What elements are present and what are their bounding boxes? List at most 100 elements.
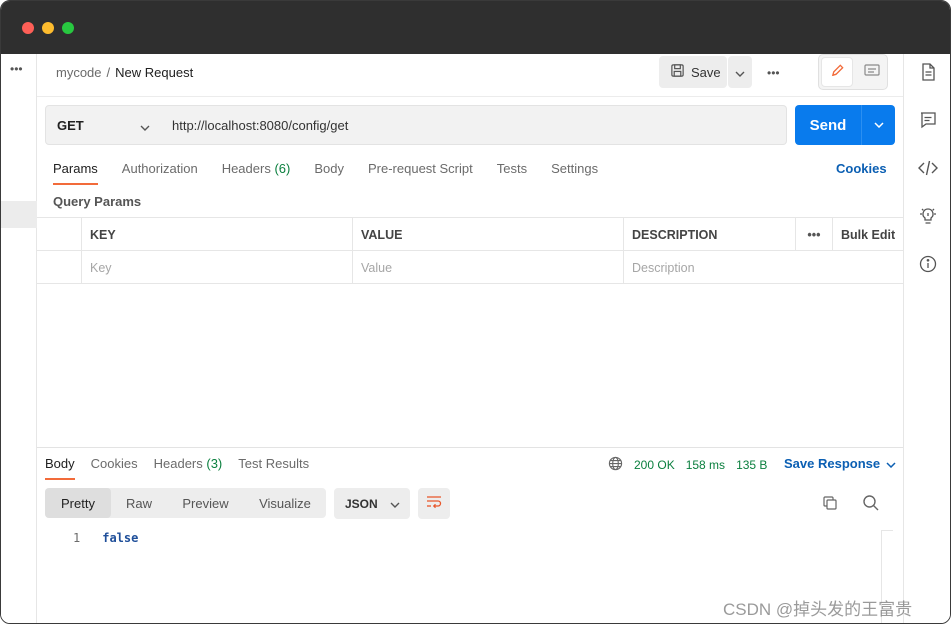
save-label: Save (691, 64, 721, 80)
visualize-button[interactable]: Visualize (244, 488, 326, 518)
response-body-code[interactable]: 1 false (73, 531, 138, 545)
view-mode-toggle (818, 54, 888, 90)
query-params-title: Query Params (53, 194, 142, 209)
response-value: false (102, 531, 139, 545)
wrap-lines-button[interactable] (418, 488, 450, 519)
lightbulb-icon[interactable] (918, 206, 938, 226)
tab-label: Tests (496, 161, 528, 176)
search-icon[interactable] (862, 494, 880, 515)
minimize-window-button[interactable] (42, 22, 54, 34)
value-input[interactable]: Value (352, 251, 623, 284)
edit-mode-button[interactable] (821, 57, 853, 87)
pencil-icon (830, 63, 845, 81)
view-mode-segmented: Pretty Raw Preview Visualize (45, 488, 326, 518)
comments-icon[interactable] (918, 110, 938, 130)
pretty-button[interactable]: Pretty (45, 488, 111, 518)
tab-label: Headers (153, 456, 203, 471)
method-select[interactable]: GET (45, 105, 161, 145)
format-select[interactable]: JSON (334, 488, 410, 519)
save-response-label: Save Response (784, 456, 881, 471)
send-button-group: Send (795, 105, 895, 145)
more-options-icon[interactable]: ••• (10, 62, 23, 76)
maximize-window-button[interactable] (62, 22, 74, 34)
globe-icon[interactable] (608, 456, 623, 474)
request-tabs: Params Authorization Headers (6) Body Pr… (53, 161, 598, 185)
description-input[interactable]: Description (623, 251, 795, 284)
headers-count: (6) (274, 161, 291, 176)
url-value: http://localhost:8080/config/get (172, 117, 349, 133)
documentation-mode-button[interactable] (857, 57, 887, 87)
tab-response-cookies[interactable]: Cookies (91, 456, 138, 471)
response-headers-count: (3) (206, 456, 223, 471)
send-options-button[interactable] (862, 122, 895, 128)
tab-pre-request-script[interactable]: Pre-request Script (368, 161, 473, 185)
more-actions-icon[interactable]: ••• (767, 66, 780, 80)
response-tabs: Body Cookies Headers (3) Test Results (45, 456, 309, 480)
checkbox-column-header (37, 218, 81, 251)
url-input[interactable]: http://localhost:8080/config/get (160, 105, 787, 145)
sidebar-selected-item[interactable] (1, 201, 37, 228)
raw-button[interactable]: Raw (111, 488, 167, 518)
cookies-link[interactable]: Cookies (836, 161, 887, 176)
chevron-down-icon (390, 497, 400, 511)
breadcrumb: mycode / New Request (56, 65, 193, 80)
title-bar (1, 1, 950, 54)
tab-label: Headers (221, 161, 271, 176)
bulk-edit-button[interactable]: Bulk Edit (832, 218, 903, 251)
tab-body[interactable]: Body (314, 161, 344, 185)
save-response-button[interactable]: Save Response (784, 456, 896, 471)
row-checkbox-cell (37, 251, 81, 284)
info-icon[interactable] (918, 254, 938, 274)
value-column-header: VALUE (352, 218, 623, 251)
key-column-header: KEY (81, 218, 352, 251)
tab-settings[interactable]: Settings (551, 161, 598, 185)
code-icon[interactable] (918, 158, 938, 178)
tab-params[interactable]: Params (53, 161, 98, 185)
query-params-table: KEY VALUE DESCRIPTION ••• Bulk Edit Key … (37, 217, 903, 284)
preview-button[interactable]: Preview (167, 488, 244, 518)
close-window-button[interactable] (22, 22, 34, 34)
tab-label: Settings (551, 161, 599, 176)
tab-tests[interactable]: Tests (497, 161, 527, 185)
response-status-bar: 200 OK 158 ms 135 B (608, 456, 767, 474)
chevron-down-icon (735, 65, 745, 80)
app-window: ••• mycode / New Request Save ••• GET ht… (0, 0, 951, 624)
table-header-row: KEY VALUE DESCRIPTION ••• Bulk Edit (37, 218, 903, 251)
chevron-down-icon (886, 456, 896, 471)
copy-icon[interactable] (822, 495, 838, 514)
tab-headers[interactable]: Headers (6) (222, 161, 291, 185)
table-row: Key Value Description (37, 251, 903, 284)
tab-response-headers[interactable]: Headers (3) (154, 456, 223, 471)
right-sidebar (903, 54, 950, 623)
request-name[interactable]: New Request (115, 65, 193, 80)
response-time[interactable]: 158 ms (686, 458, 725, 472)
left-sidebar: ••• (1, 54, 37, 623)
save-options-button[interactable] (728, 56, 752, 88)
response-size[interactable]: 135 B (736, 458, 767, 472)
chevron-down-icon (140, 119, 150, 134)
comment-icon (864, 63, 880, 81)
documentation-icon[interactable] (918, 62, 938, 82)
key-input[interactable]: Key (81, 251, 352, 284)
line-number: 1 (73, 531, 81, 545)
breadcrumb-workspace[interactable]: mycode (56, 65, 102, 80)
tab-label: Authorization (121, 161, 198, 176)
tab-response-body[interactable]: Body (45, 456, 75, 480)
method-value: GET (57, 117, 84, 133)
tab-label: Params (53, 161, 98, 176)
column-options-icon[interactable]: ••• (795, 218, 832, 251)
tab-authorization[interactable]: Authorization (122, 161, 198, 185)
description-column-header: DESCRIPTION (623, 218, 795, 251)
tab-label: Test Results (238, 456, 310, 471)
save-icon (670, 63, 685, 81)
header-divider (37, 96, 903, 97)
response-divider[interactable] (37, 447, 903, 448)
tab-label: Pre-request Script (367, 161, 473, 176)
send-button[interactable]: Send (795, 117, 861, 134)
status-code[interactable]: 200 OK (634, 458, 675, 472)
save-button[interactable]: Save (659, 56, 727, 88)
tab-test-results[interactable]: Test Results (238, 456, 309, 471)
format-value: JSON (345, 496, 378, 511)
tab-label: Cookies (90, 456, 138, 471)
watermark: CSDN @掉头发的王富贵 (723, 600, 913, 619)
